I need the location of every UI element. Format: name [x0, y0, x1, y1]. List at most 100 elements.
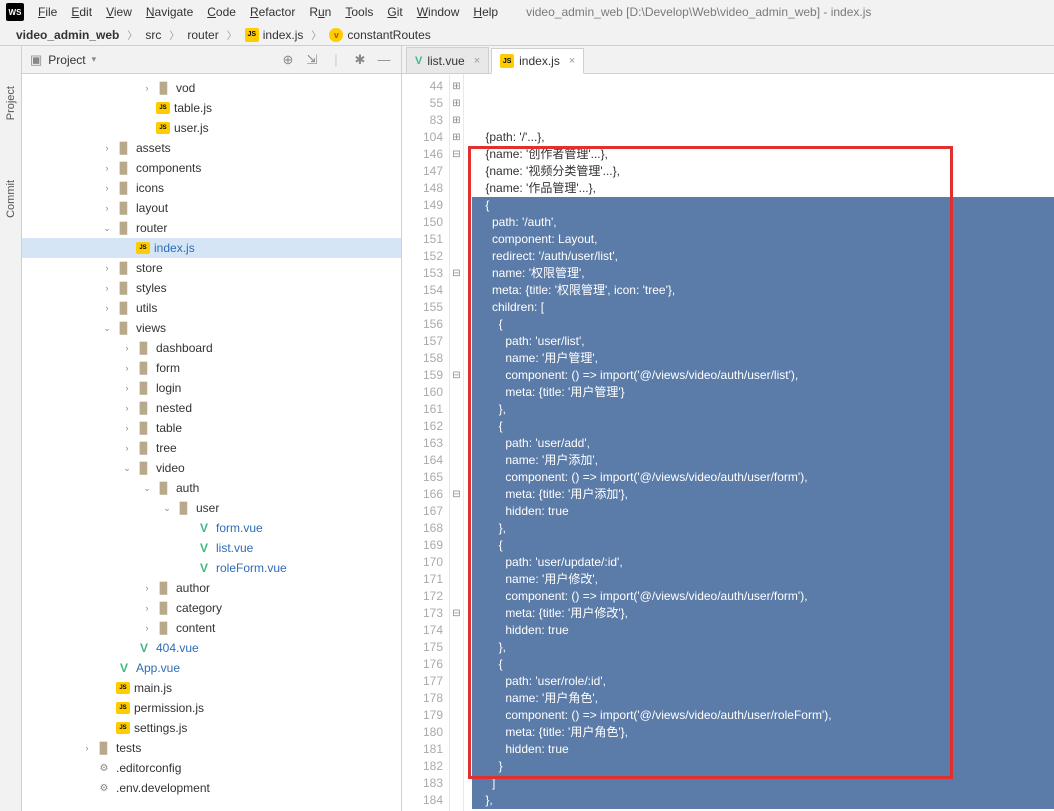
fold-collapsed-icon[interactable]: ⊞ [450, 112, 463, 129]
menu-edit[interactable]: Edit [65, 3, 98, 21]
tree-node-login[interactable]: ›▉login [22, 378, 401, 398]
tree-node-tests[interactable]: ›▉tests [22, 738, 401, 758]
fold-collapsed-icon[interactable]: ⊞ [450, 129, 463, 146]
arrow-right-icon[interactable]: › [142, 83, 152, 93]
arrow-down-icon[interactable]: ⌄ [162, 503, 172, 514]
editor-tab-list-vue[interactable]: Vlist.vue× [406, 47, 489, 73]
tree-node-category[interactable]: ›▉category [22, 598, 401, 618]
crumb-symbol[interactable]: vconstantRoutes [321, 26, 438, 44]
tree-node-author[interactable]: ›▉author [22, 578, 401, 598]
tree-node-store[interactable]: ›▉store [22, 258, 401, 278]
fold-collapsed-icon[interactable]: ⊞ [450, 78, 463, 95]
tree-node-user-js[interactable]: JSuser.js [22, 118, 401, 138]
crumb-src[interactable]: src [137, 26, 169, 44]
tree-node-form[interactable]: ›▉form [22, 358, 401, 378]
arrow-right-icon[interactable]: › [102, 263, 112, 273]
fold-expanded-icon[interactable]: ⊟ [450, 486, 463, 503]
toolwindow-tab-commit[interactable]: Commit [5, 180, 17, 218]
close-icon[interactable]: × [474, 55, 480, 67]
menu-navigate[interactable]: Navigate [140, 3, 199, 21]
tree-node-tree[interactable]: ›▉tree [22, 438, 401, 458]
tree-node--editorconfig[interactable]: ⚙.editorconfig [22, 758, 401, 778]
crumb-router[interactable]: router [179, 26, 226, 44]
locate-icon[interactable]: ⊕ [279, 51, 297, 69]
arrow-right-icon[interactable]: › [142, 603, 152, 613]
tree-node-content[interactable]: ›▉content [22, 618, 401, 638]
tree-node-layout[interactable]: ›▉layout [22, 198, 401, 218]
arrow-down-icon[interactable]: ⌄ [142, 483, 152, 494]
hide-icon[interactable]: — [375, 51, 393, 69]
arrow-down-icon[interactable]: ⌄ [122, 463, 132, 474]
tree-node-index-js[interactable]: JSindex.js [22, 238, 401, 258]
tree-node-vod[interactable]: ›▉vod [22, 78, 401, 98]
toolwindow-tab-project[interactable]: Project [5, 86, 17, 120]
arrow-right-icon[interactable]: › [102, 203, 112, 213]
tree-node-dashboard[interactable]: ›▉dashboard [22, 338, 401, 358]
project-tree[interactable]: ›▉vodJStable.jsJSuser.js›▉assets›▉compon… [22, 74, 401, 811]
tree-node-permission-js[interactable]: JSpermission.js [22, 698, 401, 718]
fold-expanded-icon[interactable]: ⊟ [450, 146, 463, 163]
code-content[interactable]: {path: '/'...}, {name: '创作者管理'...}, {nam… [464, 74, 1054, 811]
fold-collapsed-icon[interactable]: ⊞ [450, 95, 463, 112]
menu-file[interactable]: File [32, 3, 63, 21]
editor-tab-index-js[interactable]: JSindex.js× [491, 48, 584, 74]
fold-expanded-icon[interactable]: ⊟ [450, 367, 463, 384]
settings-icon[interactable]: ✱ [351, 51, 369, 69]
arrow-right-icon[interactable]: › [122, 403, 132, 413]
arrow-right-icon[interactable]: › [142, 623, 152, 633]
arrow-right-icon[interactable]: › [122, 423, 132, 433]
menu-window[interactable]: Window [411, 3, 466, 21]
dropdown-arrow-icon[interactable]: ▾ [92, 54, 97, 65]
menu-git[interactable]: Git [381, 3, 408, 21]
menu-help[interactable]: Help [467, 3, 504, 21]
tree-node-styles[interactable]: ›▉styles [22, 278, 401, 298]
tree-node-form-vue[interactable]: Vform.vue [22, 518, 401, 538]
crumb-project[interactable]: video_admin_web [8, 26, 127, 44]
tree-node-list-vue[interactable]: Vlist.vue [22, 538, 401, 558]
tree-node-nested[interactable]: ›▉nested [22, 398, 401, 418]
tree-node-assets[interactable]: ›▉assets [22, 138, 401, 158]
arrow-right-icon[interactable]: › [102, 163, 112, 173]
arrow-right-icon[interactable]: › [122, 363, 132, 373]
code-editor[interactable]: 4455831041461471481491501511521531541551… [402, 74, 1054, 811]
menu-refactor[interactable]: Refactor [244, 3, 301, 21]
fold-gutter[interactable]: ⊞⊞⊞⊞⊟⊟⊟⊟⊟ [450, 74, 464, 811]
tree-node-router[interactable]: ⌄▉router [22, 218, 401, 238]
fold-expanded-icon[interactable]: ⊟ [450, 265, 463, 282]
tree-node-user[interactable]: ⌄▉user [22, 498, 401, 518]
menu-tools[interactable]: Tools [339, 3, 379, 21]
tree-node-components[interactable]: ›▉components [22, 158, 401, 178]
tree-node-settings-js[interactable]: JSsettings.js [22, 718, 401, 738]
arrow-right-icon[interactable]: › [142, 583, 152, 593]
tree-node-table-js[interactable]: JStable.js [22, 98, 401, 118]
arrow-right-icon[interactable]: › [82, 743, 92, 753]
arrow-right-icon[interactable]: › [102, 143, 112, 153]
tree-node-main-js[interactable]: JSmain.js [22, 678, 401, 698]
tree-node--env-development[interactable]: ⚙.env.development [22, 778, 401, 798]
tree-node-label: store [136, 261, 163, 275]
menu-code[interactable]: Code [201, 3, 242, 21]
expand-all-icon[interactable]: ⇲ [303, 51, 321, 69]
tree-node-views[interactable]: ⌄▉views [22, 318, 401, 338]
tree-node-icons[interactable]: ›▉icons [22, 178, 401, 198]
arrow-right-icon[interactable]: › [122, 443, 132, 453]
arrow-right-icon[interactable]: › [122, 383, 132, 393]
arrow-right-icon[interactable]: › [122, 343, 132, 353]
tree-node-auth[interactable]: ⌄▉auth [22, 478, 401, 498]
tree-node-App-vue[interactable]: VApp.vue [22, 658, 401, 678]
tree-node-utils[interactable]: ›▉utils [22, 298, 401, 318]
tree-node-table[interactable]: ›▉table [22, 418, 401, 438]
tree-node-404-vue[interactable]: V404.vue [22, 638, 401, 658]
menu-view[interactable]: View [100, 3, 138, 21]
arrow-right-icon[interactable]: › [102, 183, 112, 193]
menu-run[interactable]: Run [303, 3, 337, 21]
crumb-file[interactable]: JSindex.js [237, 26, 312, 44]
tree-node-video[interactable]: ⌄▉video [22, 458, 401, 478]
arrow-down-icon[interactable]: ⌄ [102, 323, 112, 334]
tree-node-roleForm-vue[interactable]: VroleForm.vue [22, 558, 401, 578]
fold-expanded-icon[interactable]: ⊟ [450, 605, 463, 622]
arrow-down-icon[interactable]: ⌄ [102, 223, 112, 234]
close-icon[interactable]: × [569, 55, 575, 67]
arrow-right-icon[interactable]: › [102, 283, 112, 293]
arrow-right-icon[interactable]: › [102, 303, 112, 313]
